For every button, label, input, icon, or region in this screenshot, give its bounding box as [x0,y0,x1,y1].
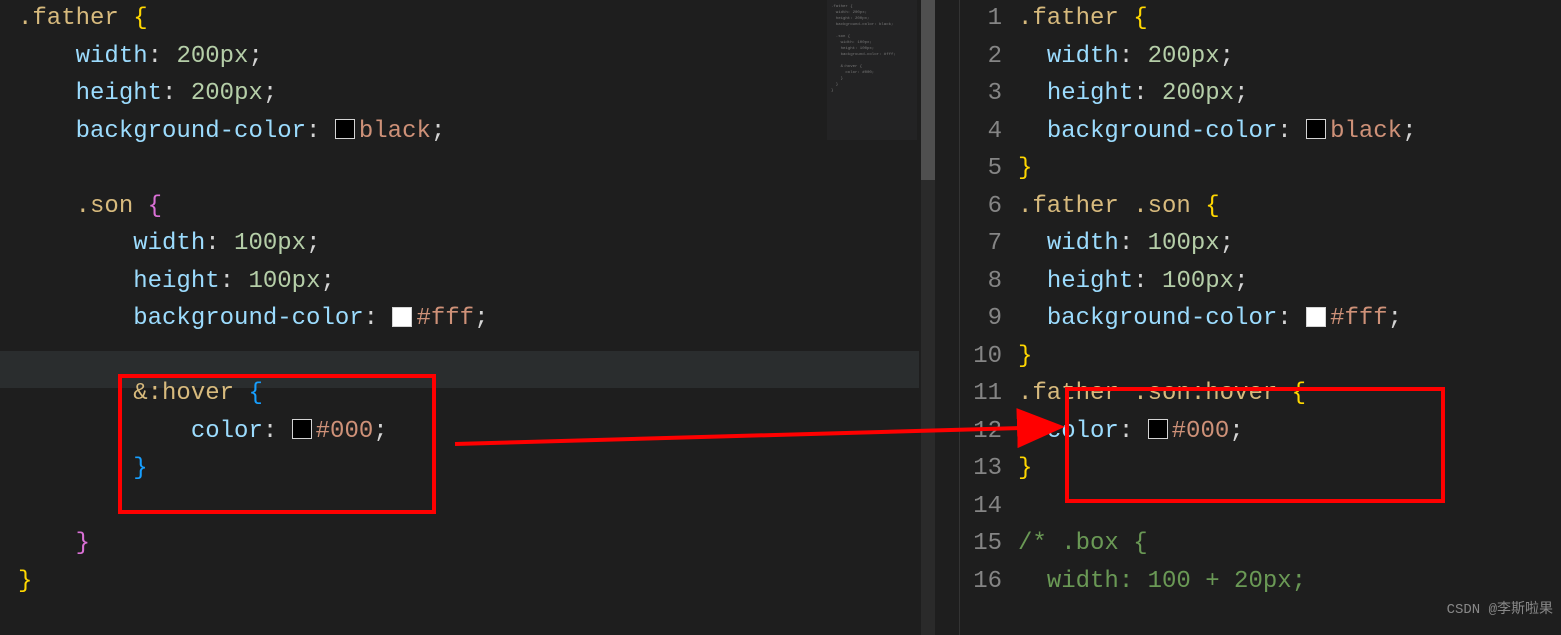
line-number: 3 [960,75,1002,113]
code-line[interactable]: background-color: black; [1018,113,1561,151]
code-line[interactable]: width: 100px; [1018,225,1561,263]
color-swatch [392,307,412,327]
code-line[interactable]: height: 100px; [18,263,959,301]
code-line[interactable]: height: 100px; [1018,263,1561,301]
code-area-left[interactable]: .father { width: 200px; height: 200px; b… [0,0,959,600]
code-line[interactable] [1018,488,1561,526]
line-number: 16 [960,563,1002,601]
code-line[interactable]: .son { [18,188,959,226]
code-line[interactable]: height: 200px; [18,75,959,113]
color-swatch [1148,419,1168,439]
code-line[interactable]: height: 200px; [1018,75,1561,113]
code-line[interactable]: color: #000; [18,413,959,451]
code-line[interactable]: } [18,563,959,601]
code-line[interactable]: .father .son:hover { [1018,375,1561,413]
line-number: 8 [960,263,1002,301]
code-line[interactable]: .father { [18,0,959,38]
code-line[interactable] [18,150,959,188]
code-line[interactable]: .father { [1018,0,1561,38]
color-swatch [335,119,355,139]
code-line[interactable]: } [18,525,959,563]
line-number: 9 [960,300,1002,338]
code-line[interactable]: } [18,450,959,488]
line-number: 1 [960,0,1002,38]
editor-pane-left[interactable]: .father { width: 200px; height: 200px; b… [0,0,960,635]
editor-pane-right[interactable]: 12345678910111213141516 .father { width:… [960,0,1561,635]
line-number: 4 [960,113,1002,151]
watermark: CSDN @李斯啦果 [1447,592,1553,630]
code-line[interactable]: width: 200px; [1018,38,1561,76]
color-swatch [1306,119,1326,139]
code-line[interactable]: } [1018,338,1561,376]
code-line[interactable] [18,488,959,526]
line-gutter: 12345678910111213141516 [960,0,1018,635]
code-line[interactable]: } [1018,450,1561,488]
code-line[interactable]: background-color: #fff; [1018,300,1561,338]
code-line[interactable]: color: #000; [1018,413,1561,451]
code-line[interactable]: } [1018,150,1561,188]
split-view: .father { width: 200px; height: 200px; b… [0,0,1561,635]
line-number: 5 [960,150,1002,188]
code-area-right[interactable]: .father { width: 200px; height: 200px; b… [1018,0,1561,635]
code-line[interactable] [18,338,959,376]
line-number: 12 [960,413,1002,451]
line-number: 13 [960,450,1002,488]
line-number: 6 [960,188,1002,226]
line-number: 15 [960,525,1002,563]
line-number: 14 [960,488,1002,526]
line-number: 2 [960,38,1002,76]
code-line[interactable]: width: 200px; [18,38,959,76]
line-number: 7 [960,225,1002,263]
code-line[interactable]: /* .box { [1018,525,1561,563]
line-number: 10 [960,338,1002,376]
code-line[interactable]: background-color: black; [18,113,959,151]
code-line[interactable]: background-color: #fff; [18,300,959,338]
line-number: 11 [960,375,1002,413]
color-swatch [1306,307,1326,327]
color-swatch [292,419,312,439]
code-line[interactable]: .father .son { [1018,188,1561,226]
code-line[interactable]: &:hover { [18,375,959,413]
code-line[interactable]: width: 100px; [18,225,959,263]
